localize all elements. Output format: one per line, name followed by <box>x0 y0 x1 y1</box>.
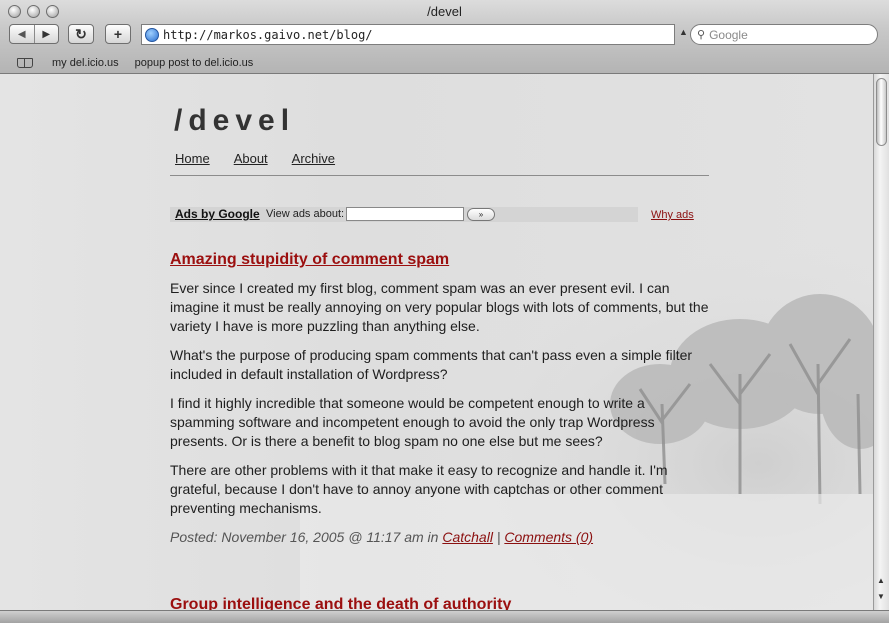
address-text[interactable]: http://markos.gaivo.net/blog/ <box>163 28 373 42</box>
bookmarks-book-icon[interactable] <box>17 58 33 68</box>
scrollbar-thumb[interactable] <box>876 78 887 146</box>
address-dropdown-icon[interactable]: ▲ <box>679 27 688 37</box>
post-paragraph: What's the purpose of producing spam com… <box>170 347 693 382</box>
forward-arrow-icon: ▶ <box>42 28 51 40</box>
bookmark-popup-post[interactable]: popup post to del.icio.us <box>135 57 254 69</box>
ads-by-google-link[interactable]: Ads by Google <box>175 207 260 221</box>
header-divider <box>170 175 709 176</box>
comments-link[interactable]: Comments (0) <box>504 529 593 545</box>
google-ads-bar: Ads by Google View ads about: » Why ads <box>170 207 710 223</box>
nav-about-link[interactable]: About <box>234 151 268 166</box>
window-title: /devel <box>427 4 462 19</box>
scroll-down-icon[interactable]: ▼ <box>877 592 885 601</box>
forward-button[interactable]: ▶ <box>33 25 59 43</box>
globe-icon <box>145 27 159 42</box>
web-page: /devel Home About Archive Ads by Google … <box>0 74 873 623</box>
view-ads-label: View ads about: <box>266 208 345 220</box>
plus-icon: + <box>113 26 123 42</box>
category-link[interactable]: Catchall <box>442 529 493 545</box>
nav-archive-link[interactable]: Archive <box>292 151 335 166</box>
ads-go-button[interactable]: » <box>467 208 495 221</box>
back-arrow-icon: ◀ <box>17 28 26 40</box>
post-paragraph: There are other problems with it that ma… <box>170 462 668 516</box>
search-icon: ⚲ <box>697 29 706 41</box>
back-button[interactable]: ◀ <box>10 25 34 43</box>
site-title[interactable]: /devel <box>174 104 295 138</box>
address-bar[interactable]: http://markos.gaivo.net/blog/ <box>141 24 675 45</box>
browser-toolbar: /devel ◀ ▶ ↻ + http://markos.gaivo.net/b… <box>0 0 889 74</box>
post-title-link[interactable]: Amazing stupidity of comment spam <box>170 251 449 269</box>
reload-button[interactable]: ↻ <box>68 24 94 44</box>
scroll-up-icon[interactable]: ▲ <box>877 576 885 585</box>
post-paragraph: Ever since I created my first blog, comm… <box>170 280 709 334</box>
post-date: Posted: November 16, 2005 @ 11:17 am in <box>170 529 439 545</box>
add-bookmark-button[interactable]: + <box>105 24 131 44</box>
post-meta: Posted: November 16, 2005 @ 11:17 am in … <box>170 529 593 545</box>
post-body: Ever since I created my first blog, comm… <box>170 279 710 528</box>
search-field[interactable]: ⚲ Google <box>690 24 878 45</box>
search-placeholder: Google <box>709 27 748 42</box>
meta-separator: | <box>496 529 501 545</box>
site-navigation: Home About Archive <box>175 151 335 166</box>
back-forward-group: ◀ ▶ <box>9 24 59 44</box>
browser-window: /devel ◀ ▶ ↻ + http://markos.gaivo.net/b… <box>0 0 889 623</box>
nav-home-link[interactable]: Home <box>175 151 210 166</box>
bookmark-my-delicious[interactable]: my del.icio.us <box>52 57 119 69</box>
reload-icon: ↻ <box>75 25 87 42</box>
window-bottom-edge <box>0 610 889 623</box>
post-paragraph: I find it highly incredible that someone… <box>170 395 655 449</box>
why-ads-link[interactable]: Why ads <box>651 209 694 221</box>
vertical-scrollbar[interactable]: ▲ ▼ <box>873 74 889 623</box>
ads-search-input[interactable] <box>346 207 464 221</box>
bookmarks-bar: my del.icio.us popup post to del.icio.us <box>0 54 889 72</box>
